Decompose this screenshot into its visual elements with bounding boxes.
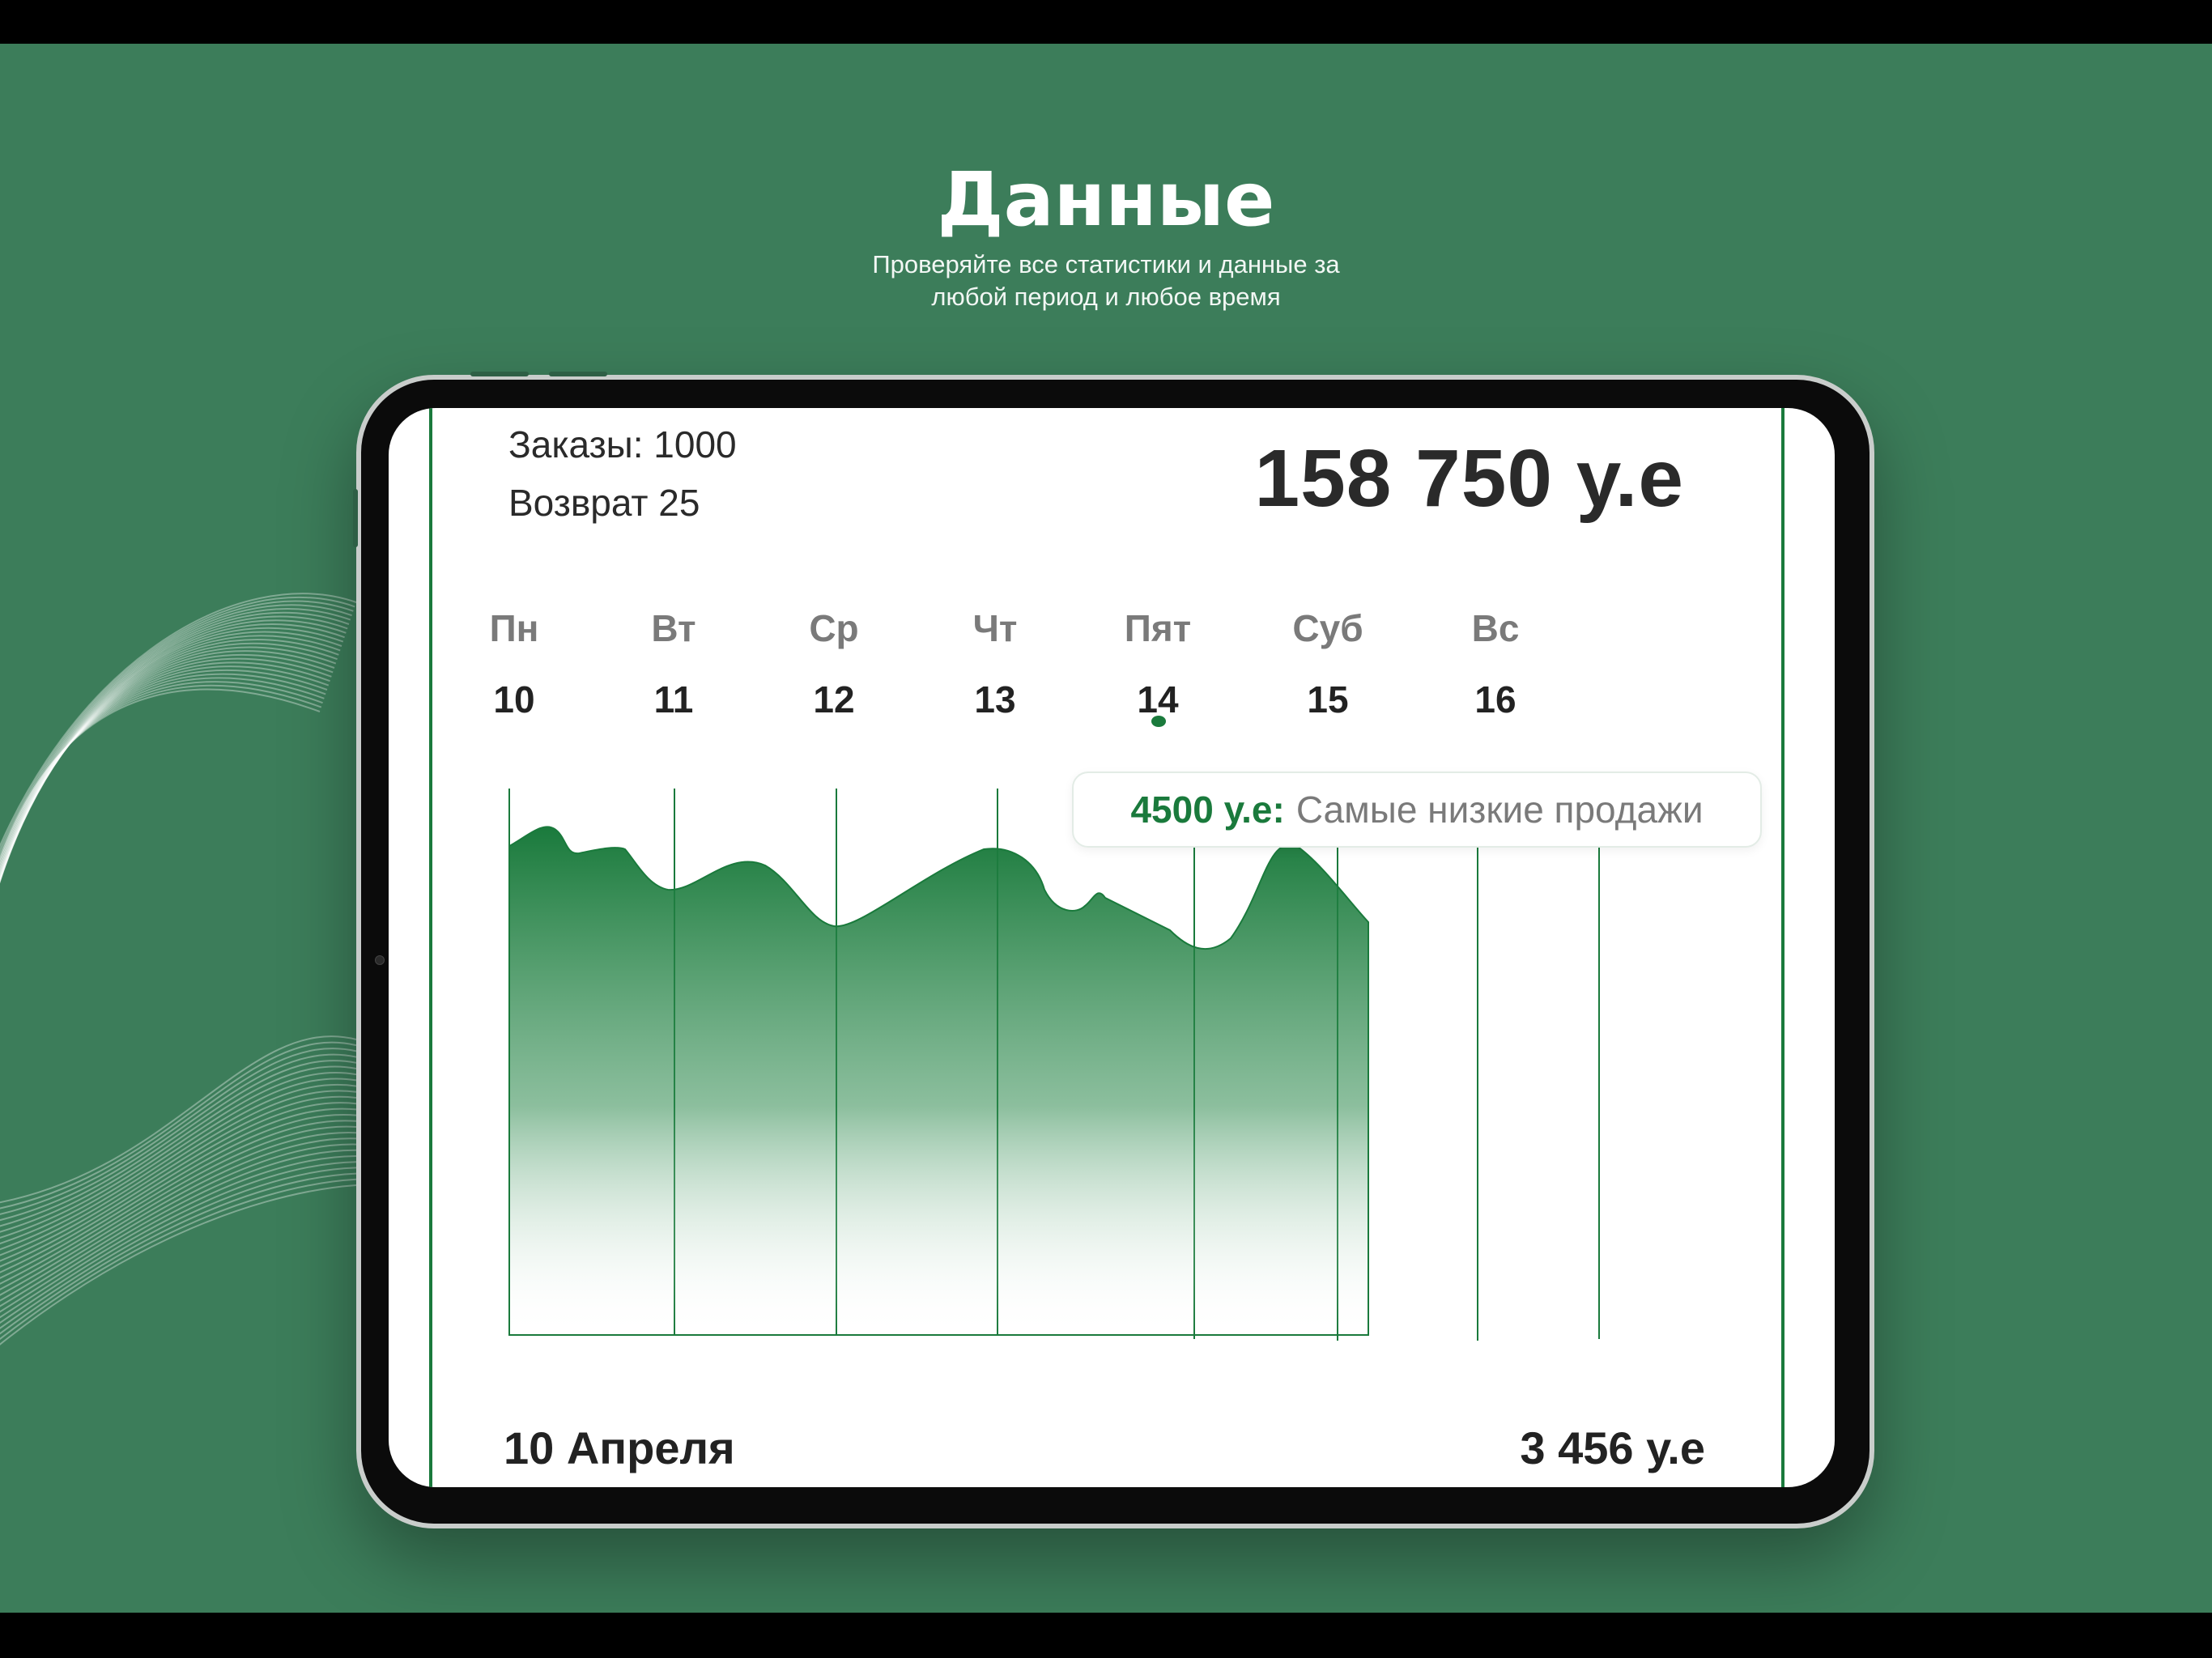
decorative-wave-line xyxy=(0,1161,357,1324)
decorative-wave-line xyxy=(0,650,335,884)
chart-tooltip: 4500 у.е: Самые низкие продажи xyxy=(1072,772,1762,848)
decorative-wave-line xyxy=(0,661,330,882)
decorative-wave-line xyxy=(0,1113,357,1279)
decorative-wave-line xyxy=(0,1060,357,1227)
decorative-wave-line xyxy=(0,1041,357,1209)
decorative-wave-line xyxy=(0,1053,357,1222)
selected-date: 10 Апреля xyxy=(504,1422,735,1473)
decorative-wave-line xyxy=(0,677,325,872)
tablet-device: Заказы: 1000 Возврат 25 158 750 у.е Пн 1… xyxy=(353,372,1874,1528)
sales-area-chart xyxy=(508,789,1600,1341)
volume-button xyxy=(549,372,607,376)
tooltip-value: 4500 у.е: xyxy=(1130,789,1285,831)
decorative-wave-line xyxy=(0,1172,357,1335)
selected-value: 3 456 у.е xyxy=(1520,1422,1705,1473)
camera xyxy=(375,955,385,965)
decorative-wave-line xyxy=(0,1155,357,1319)
app-screen: Заказы: 1000 Возврат 25 158 750 у.е Пн 1… xyxy=(389,408,1835,1487)
promo-background: Данные Проверяйте все статистики и данны… xyxy=(0,44,2212,1613)
promo-subtitle-line-2: любой период и любое время xyxy=(931,283,1281,311)
decorative-wave-line xyxy=(0,669,328,878)
decorative-wave-line xyxy=(0,654,334,884)
promo-subtitle: Проверяйте все статистики и данные за лю… xyxy=(701,249,1511,313)
decorative-wave-line xyxy=(0,665,330,879)
decorative-wave-line xyxy=(0,684,322,865)
decorative-wave-line xyxy=(0,1072,357,1239)
decorative-wave-line xyxy=(0,646,337,884)
decorative-wave-line xyxy=(0,673,326,875)
volume-button xyxy=(470,372,529,376)
promo-subtitle-line-1: Проверяйте все статистики и данные за xyxy=(872,250,1340,278)
sales-area xyxy=(508,826,1369,1336)
decorative-wave-line xyxy=(0,681,323,869)
promo-title: Данные xyxy=(937,156,1275,243)
tooltip-text: Самые низкие продажи xyxy=(1295,789,1704,831)
power-button xyxy=(353,489,358,547)
decorative-wave-line xyxy=(0,657,332,882)
